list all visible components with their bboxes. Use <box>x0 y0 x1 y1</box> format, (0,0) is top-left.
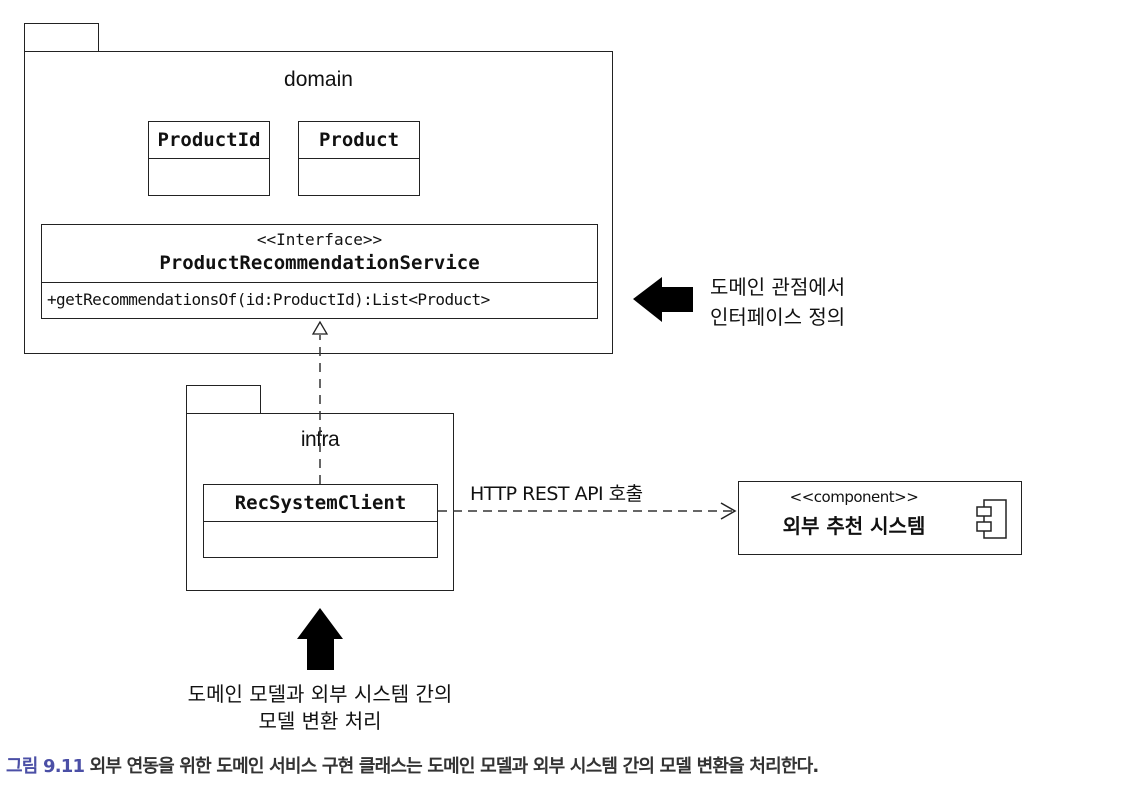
figure-caption: 그림 9.11 외부 연동을 위한 도메인 서비스 구현 클래스는 도메인 모델… <box>6 752 820 778</box>
up-arrow-icon <box>297 608 343 670</box>
interface-note: 도메인 관점에서 인터페이스 정의 <box>710 272 845 332</box>
connectors-layer <box>297 277 737 670</box>
interface-note-line1: 도메인 관점에서 <box>710 275 846 299</box>
left-arrow-icon <box>633 277 693 322</box>
figure-caption-text: 외부 연동을 위한 도메인 서비스 구현 클래스는 도메인 모델과 외부 시스템… <box>89 756 820 777</box>
interface-note-line2: 인터페이스 정의 <box>710 305 846 329</box>
conversion-note-line1: 도메인 모델과 외부 시스템 간의 <box>187 682 453 706</box>
conversion-note-line2: 모델 변환 처리 <box>258 709 382 733</box>
figure-caption-label: 그림 9.11 <box>6 756 85 777</box>
realization-arrowhead-icon <box>311 320 329 335</box>
http-rest-api-label: HTTP REST API 호출 <box>470 483 643 505</box>
conversion-note: 도메인 모델과 외부 시스템 간의 모델 변환 처리 <box>120 681 520 735</box>
